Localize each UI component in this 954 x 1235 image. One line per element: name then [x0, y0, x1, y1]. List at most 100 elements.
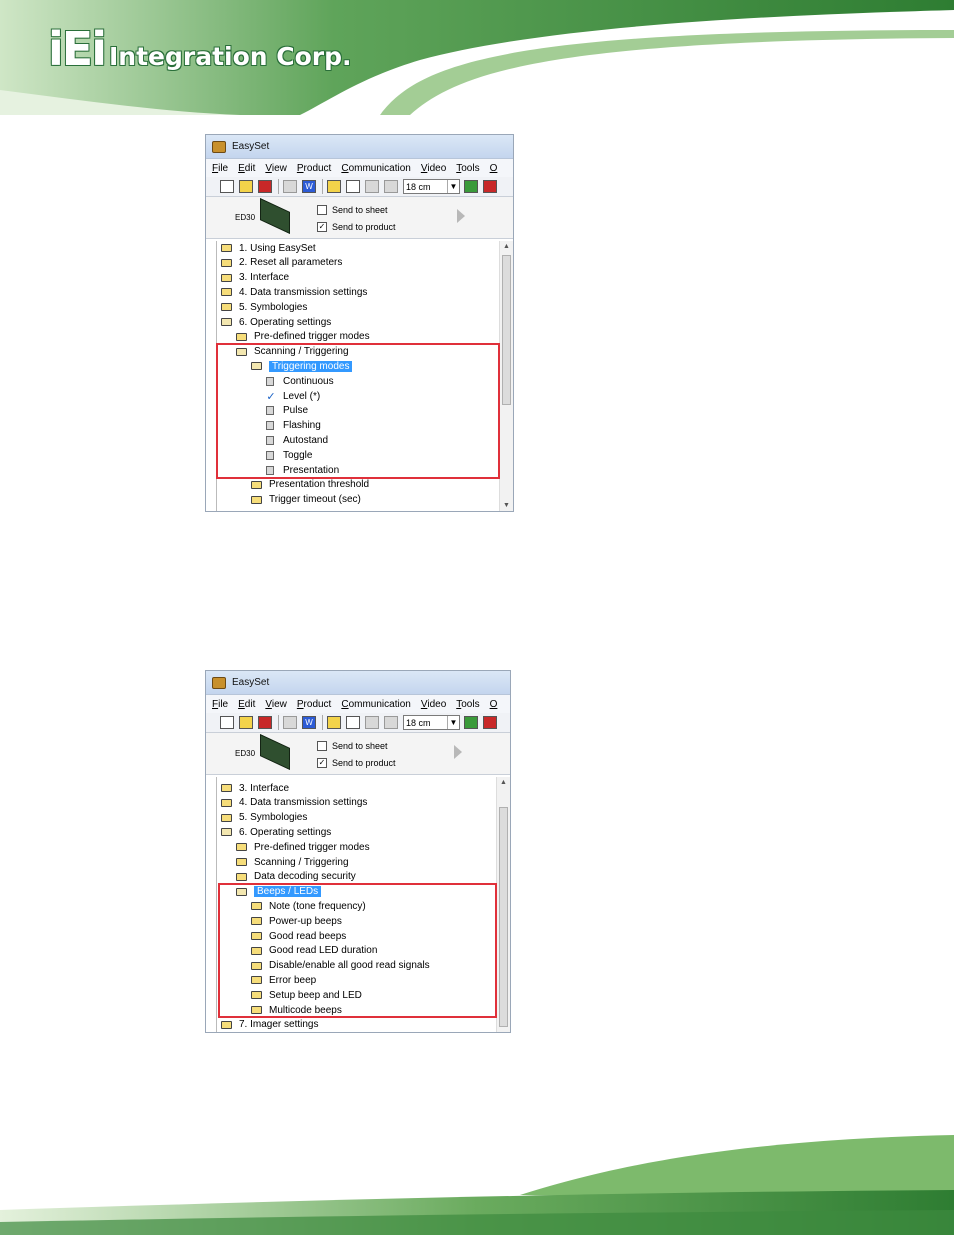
- print-icon[interactable]: [283, 716, 297, 729]
- device-label: ED30: [235, 749, 256, 758]
- refresh-icon[interactable]: [346, 716, 360, 729]
- open-file-icon[interactable]: [239, 180, 253, 193]
- tree-item[interactable]: 6. Operating settings: [221, 315, 331, 329]
- scroll-up-icon[interactable]: ▲: [500, 779, 507, 786]
- menu-product[interactable]: Product: [297, 163, 331, 174]
- send-to-product-checkbox[interactable]: ✓: [317, 222, 327, 232]
- folder-icon: [221, 244, 232, 252]
- print-icon[interactable]: [283, 180, 297, 193]
- device-panel: ED30 Send to sheet ✓ Send to product: [206, 733, 510, 775]
- send-to-product-option[interactable]: ✓ Send to product: [317, 222, 396, 232]
- device-label: ED30: [235, 213, 256, 222]
- send-to-sheet-option[interactable]: Send to sheet: [317, 205, 388, 215]
- tree-item[interactable]: 3. Interface: [221, 781, 289, 795]
- tree-item-label: 5. Symbologies: [239, 301, 308, 313]
- menu-tools[interactable]: Tools: [456, 163, 479, 174]
- tree-item[interactable]: 7. Imager settings: [221, 1018, 318, 1032]
- easyset-window-2: EasySet File Edit View Product Communica…: [205, 670, 511, 1033]
- barcode-red-icon[interactable]: [483, 180, 497, 193]
- tree-item[interactable]: 6. Operating settings: [221, 825, 331, 839]
- tree-item[interactable]: Data decoding security: [236, 870, 356, 884]
- tree-item[interactable]: Presentation threshold: [251, 478, 369, 492]
- tree-item-label: 3. Interface: [239, 272, 290, 284]
- menu-video[interactable]: Video: [421, 163, 446, 174]
- menu-communication[interactable]: Communication: [341, 699, 411, 710]
- menu-view[interactable]: View: [265, 163, 287, 174]
- video-icon[interactable]: [384, 180, 398, 193]
- tree-item-label: Pre-defined trigger modes: [254, 841, 370, 853]
- menu-edit[interactable]: Edit: [238, 699, 255, 710]
- toolbar-separator: [322, 715, 323, 730]
- wizard-icon[interactable]: [327, 180, 341, 193]
- distance-combo[interactable]: 18 cm ▼: [403, 179, 460, 194]
- tree-item[interactable]: Trigger timeout (sec): [251, 493, 361, 507]
- tree-item[interactable]: Pre-defined trigger modes: [236, 330, 370, 344]
- folder-icon: [236, 332, 247, 341]
- menu-options[interactable]: O: [490, 699, 498, 710]
- barcode-icon[interactable]: [464, 716, 478, 729]
- send-to-product-option[interactable]: ✓ Send to product: [317, 758, 396, 768]
- send-to-sheet-checkbox[interactable]: [317, 205, 327, 215]
- tree-item-label: 3. Interface: [239, 782, 290, 794]
- send-to-sheet-option[interactable]: Send to sheet: [317, 741, 388, 751]
- footer-banner: [0, 1130, 954, 1235]
- distance-combo[interactable]: 18 cm ▼: [403, 715, 460, 730]
- device-board-icon: [260, 198, 290, 234]
- send-to-product-checkbox[interactable]: ✓: [317, 758, 327, 768]
- menu-view[interactable]: View: [265, 699, 287, 710]
- menu-communication[interactable]: Communication: [341, 163, 411, 174]
- tree-item-label: 1. Using EasySet: [239, 242, 316, 254]
- save-file-icon[interactable]: [258, 180, 272, 193]
- barcode-red-icon[interactable]: [483, 716, 497, 729]
- tree-item[interactable]: 4. Data transmission settings: [221, 796, 367, 810]
- header-banner: iEi Integration Corp.: [0, 0, 954, 115]
- menu-video[interactable]: Video: [421, 699, 446, 710]
- tree-item[interactable]: 3. Interface: [221, 271, 289, 285]
- tree-item[interactable]: 2. Reset all parameters: [221, 256, 342, 270]
- scan-icon[interactable]: [365, 180, 379, 193]
- chevron-down-icon[interactable]: ▼: [447, 180, 459, 193]
- video-icon[interactable]: [384, 716, 398, 729]
- scan-icon[interactable]: [365, 716, 379, 729]
- menu-edit[interactable]: Edit: [238, 163, 255, 174]
- refresh-icon[interactable]: [346, 180, 360, 193]
- tree-item[interactable]: 1. Using EasySet: [221, 241, 316, 255]
- chevron-down-icon[interactable]: ▼: [447, 716, 459, 729]
- wizard-icon[interactable]: [327, 716, 341, 729]
- play-arrow-icon[interactable]: [457, 209, 465, 223]
- tree-item[interactable]: Scanning / Triggering: [236, 855, 349, 869]
- scroll-thumb[interactable]: [499, 807, 508, 1027]
- barcode-icon[interactable]: [464, 180, 478, 193]
- tree-item-label: 6. Operating settings: [239, 316, 332, 328]
- menu-product[interactable]: Product: [297, 699, 331, 710]
- logo-company-text: Integration Corp.: [108, 42, 352, 71]
- tree-item-label: Data decoding security: [254, 871, 356, 883]
- device-panel: ED30 Send to sheet ✓ Send to product: [206, 197, 513, 239]
- window-title: EasySet: [232, 677, 270, 688]
- word-export-icon[interactable]: W: [302, 716, 316, 729]
- open-file-icon[interactable]: [239, 716, 253, 729]
- scroll-up-icon[interactable]: ▲: [503, 243, 510, 250]
- vertical-scrollbar[interactable]: ▲: [496, 777, 510, 1032]
- save-file-icon[interactable]: [258, 716, 272, 729]
- tree-item[interactable]: Pre-defined trigger modes: [236, 840, 370, 854]
- send-to-sheet-checkbox[interactable]: [317, 741, 327, 751]
- folder-open-icon: [221, 318, 232, 326]
- tree-item[interactable]: 5. Symbologies: [221, 811, 307, 825]
- menu-tools[interactable]: Tools: [456, 699, 479, 710]
- menu-options[interactable]: O: [490, 163, 498, 174]
- menu-file[interactable]: File: [212, 163, 228, 174]
- tree-item[interactable]: 5. Symbologies: [221, 300, 307, 314]
- send-to-product-label: Send to product: [332, 222, 396, 232]
- new-file-icon[interactable]: [220, 716, 234, 729]
- footer-swoosh-graphic: [0, 1135, 954, 1235]
- tree-item-label: 6. Operating settings: [239, 826, 332, 838]
- menu-file[interactable]: File: [212, 699, 228, 710]
- scroll-thumb[interactable]: [502, 255, 511, 405]
- new-file-icon[interactable]: [220, 180, 234, 193]
- scroll-down-icon[interactable]: ▼: [503, 502, 510, 509]
- vertical-scrollbar[interactable]: ▲ ▼: [499, 241, 513, 511]
- play-arrow-icon[interactable]: [454, 745, 462, 759]
- word-export-icon[interactable]: W: [302, 180, 316, 193]
- tree-item[interactable]: 4. Data transmission settings: [221, 285, 367, 299]
